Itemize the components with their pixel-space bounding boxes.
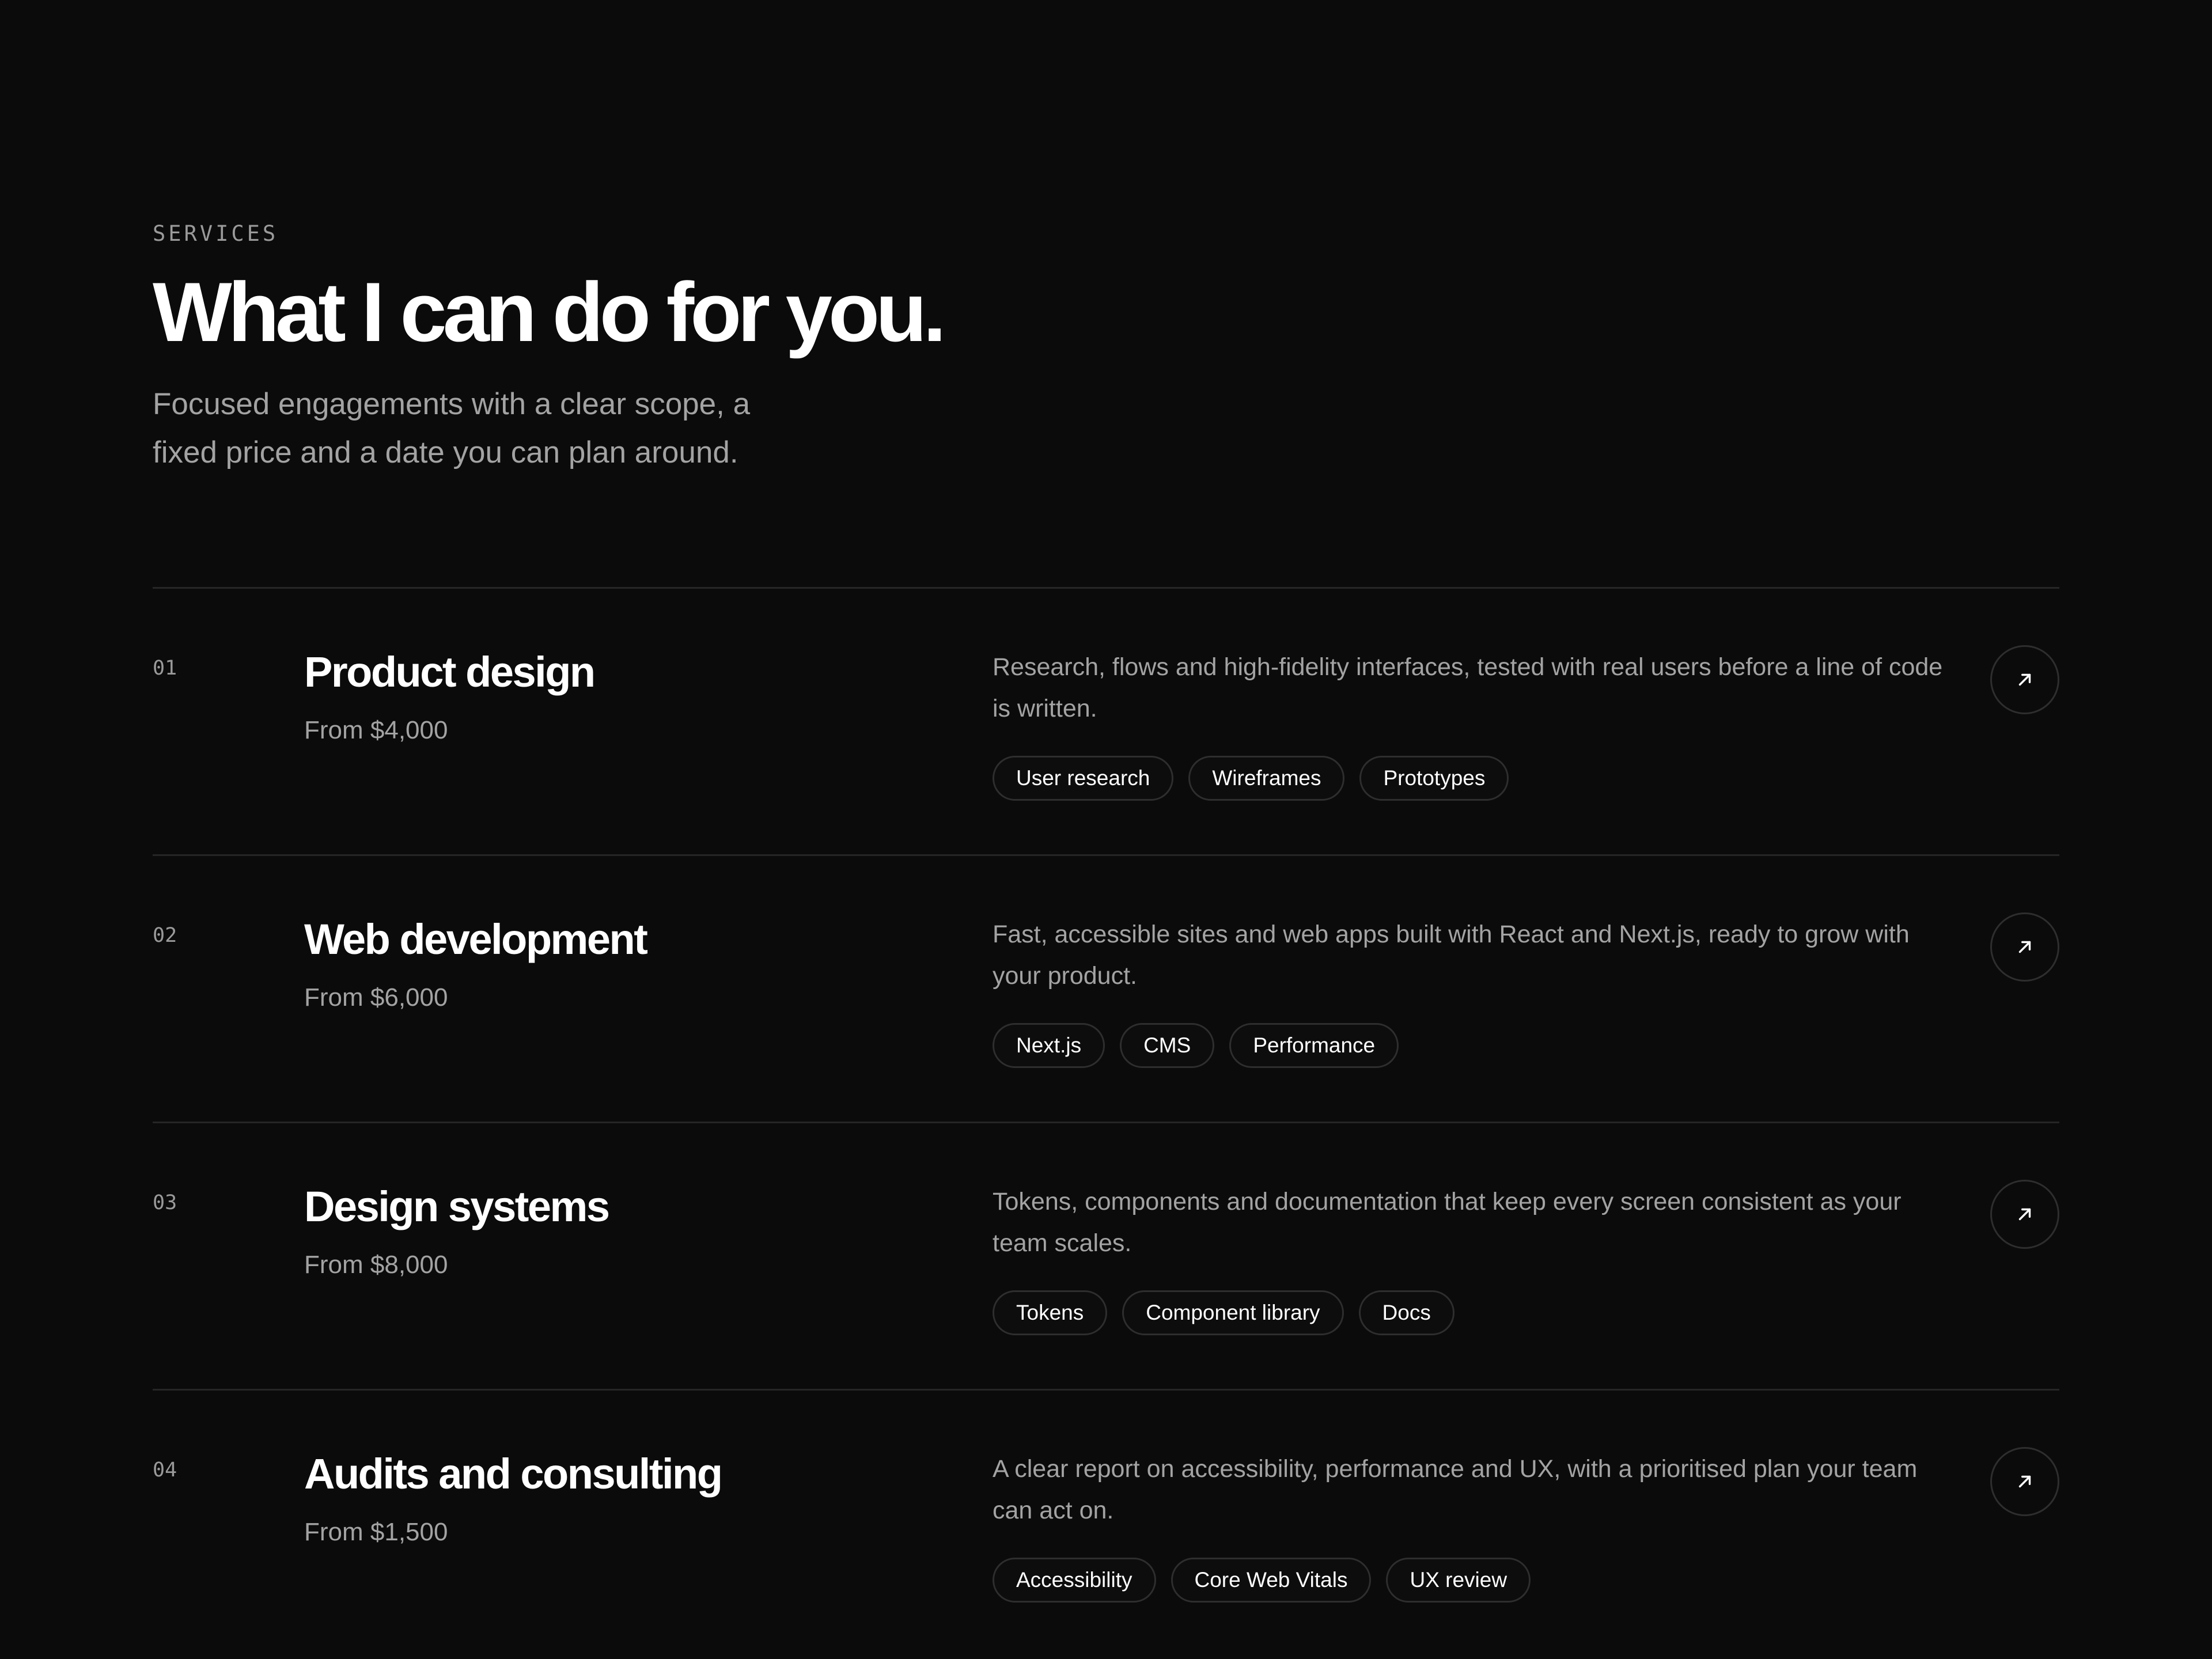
open-service-button[interactable] (1990, 1180, 2059, 1249)
tag-pill: Prototypes (1359, 756, 1509, 801)
tag-pill: User research (993, 756, 1174, 801)
open-service-button[interactable] (1990, 912, 2059, 982)
service-row-web-development: 02 Web development From $6,000 Fast, acc… (153, 854, 2059, 1122)
open-service-button[interactable] (1990, 1447, 2059, 1516)
tag-pill: CMS (1120, 1023, 1215, 1068)
page-subtitle: Focused engagements with a clear scope, … (153, 387, 751, 469)
service-row-product-design: 01 Product design From $4,000 Research, … (153, 587, 2059, 854)
service-number: 03 (153, 1191, 177, 1214)
tag-pill: Component library (1122, 1290, 1344, 1335)
arrow-up-right-icon (2018, 941, 2031, 953)
service-number: 04 (153, 1459, 177, 1482)
tag-pill: Docs (1358, 1290, 1455, 1335)
tag-pill: UX review (1386, 1558, 1531, 1603)
tag-pill: Tokens (993, 1290, 1108, 1335)
service-title: Product design (304, 648, 596, 696)
service-tags: User research Wireframes Prototypes (993, 756, 1509, 801)
service-row-audits-consulting: 04 Audits and consulting From $1,500 A c… (153, 1389, 2059, 1656)
service-number: 01 (153, 657, 177, 680)
service-description: Fast, accessible sites and web apps buil… (993, 921, 1910, 990)
service-price: From $6,000 (304, 983, 448, 1012)
arrow-up-right-icon (2018, 1475, 2031, 1488)
arrow-up-right-icon (2018, 673, 2031, 686)
service-price: From $8,000 (304, 1251, 448, 1279)
service-tags: Next.js CMS Performance (993, 1023, 1399, 1068)
services-list: 01 Product design From $4,000 Research, … (153, 587, 2059, 1656)
service-description: Tokens, components and documentation tha… (993, 1188, 1902, 1257)
tag-pill: Next.js (993, 1023, 1105, 1068)
service-number: 02 (153, 924, 177, 947)
service-title: Audits and consulting (304, 1450, 723, 1498)
section-eyebrow: SERVICES (153, 221, 279, 246)
page-title: What I can do for you. (153, 265, 946, 359)
service-price: From $4,000 (304, 716, 448, 744)
tag-pill: Core Web Vitals (1171, 1558, 1372, 1603)
service-description: A clear report on accessibility, perform… (993, 1455, 1918, 1524)
open-service-button[interactable] (1990, 645, 2059, 714)
service-title: Web development (304, 915, 648, 963)
arrow-up-right-icon (2018, 1208, 2031, 1221)
tag-pill: Performance (1229, 1023, 1399, 1068)
services-section: SERVICES What I can do for you. Focused … (153, 0, 2059, 1659)
service-tags: Tokens Component library Docs (993, 1290, 1455, 1335)
tag-pill: Accessibility (993, 1558, 1156, 1603)
service-row-design-systems: 03 Design systems From $8,000 Tokens, co… (153, 1122, 2059, 1389)
service-title: Design systems (304, 1183, 610, 1230)
service-tags: Accessibility Core Web Vitals UX review (993, 1558, 1531, 1603)
tag-pill: Wireframes (1188, 756, 1345, 801)
service-description: Research, flows and high-fidelity interf… (993, 653, 1943, 722)
service-price: From $1,500 (304, 1518, 448, 1546)
